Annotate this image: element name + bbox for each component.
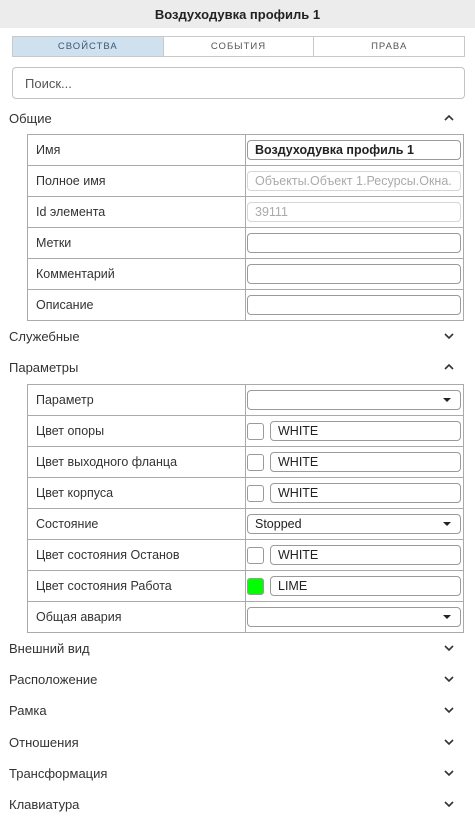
select-value: Stopped (255, 517, 302, 531)
tab-rights[interactable]: ПРАВА (314, 37, 465, 56)
property-label: Полное имя (27, 165, 246, 197)
property-row-comment: Комментарий (27, 258, 464, 290)
search-input[interactable] (12, 67, 465, 99)
chevron-down-icon[interactable] (443, 330, 455, 342)
section-frame-label: Рамка (9, 702, 47, 718)
property-label: Цвет состояния Работа (27, 570, 246, 602)
section-appearance-header[interactable]: Внешний вид (0, 637, 475, 659)
section-transform-label: Трансформация (9, 765, 108, 781)
property-label: Описание (27, 289, 246, 321)
color-swatch[interactable] (247, 484, 264, 502)
property-row-id: Id элемента 39111 (27, 196, 464, 228)
tab-bar: СВОЙСТВА СОБЫТИЯ ПРАВА (12, 36, 465, 57)
param-select[interactable] (247, 390, 461, 410)
property-label: Цвет опоры (27, 415, 246, 447)
flange-color-field[interactable]: WHITE (270, 452, 461, 472)
name-field[interactable]: Воздуходувка профиль 1 (247, 140, 461, 160)
section-service-label: Служебные (9, 328, 80, 344)
section-frame-header[interactable]: Рамка (0, 699, 475, 721)
property-row-body-color: Цвет корпуса WHITE (27, 477, 464, 509)
section-params-label: Параметры (9, 359, 79, 375)
property-label: Цвет состояния Останов (27, 539, 246, 571)
caret-down-icon (443, 615, 451, 619)
tab-properties[interactable]: СВОЙСТВА (13, 37, 164, 56)
chevron-down-icon[interactable] (443, 642, 455, 654)
caret-down-icon (443, 522, 451, 526)
state-select[interactable]: Stopped (247, 514, 461, 534)
property-row-flange-color: Цвет выходного фланца WHITE (27, 446, 464, 478)
property-row-run-color: Цвет состояния Работа LIME (27, 570, 464, 602)
property-label: Состояние (27, 508, 246, 540)
run-color-field[interactable]: LIME (270, 576, 461, 596)
tags-field[interactable] (247, 233, 461, 253)
color-swatch[interactable] (247, 422, 264, 440)
property-label: Комментарий (27, 258, 246, 290)
section-general-label: Общие (9, 110, 52, 126)
section-layout-label: Расположение (9, 671, 98, 687)
property-row-state: Состояние Stopped (27, 508, 464, 540)
caret-down-icon (443, 398, 451, 402)
support-color-field[interactable]: WHITE (270, 421, 461, 441)
general-properties-table: Имя Воздуходувка профиль 1 Полное имя Об… (27, 134, 464, 321)
params-properties-table: Параметр Цвет опоры WHITE Цвет выходного… (27, 384, 464, 633)
property-row-param: Параметр (27, 384, 464, 416)
property-label: Параметр (27, 384, 246, 416)
property-row-stop-color: Цвет состояния Останов WHITE (27, 539, 464, 571)
description-field[interactable] (247, 295, 461, 315)
property-label: Цвет корпуса (27, 477, 246, 509)
comment-field[interactable] (247, 264, 461, 284)
chevron-down-icon[interactable] (443, 704, 455, 716)
property-label: Общая авария (27, 601, 246, 633)
chevron-up-icon[interactable] (443, 112, 455, 124)
section-general-header[interactable]: Общие (0, 107, 475, 129)
chevron-down-icon[interactable] (443, 736, 455, 748)
chevron-down-icon[interactable] (443, 798, 455, 810)
color-swatch[interactable] (247, 577, 264, 595)
section-params-header[interactable]: Параметры (0, 356, 475, 378)
property-label: Метки (27, 227, 246, 259)
section-keyboard-header[interactable]: Клавиатура (0, 793, 475, 815)
section-appearance-label: Внешний вид (9, 640, 90, 656)
alarm-select[interactable] (247, 607, 461, 627)
section-relations-label: Отношения (9, 734, 79, 750)
section-keyboard-label: Клавиатура (9, 796, 80, 812)
property-label: Цвет выходного фланца (27, 446, 246, 478)
property-row-name: Имя Воздуходувка профиль 1 (27, 134, 464, 166)
property-row-fullname: Полное имя Объекты.Объект 1.Ресурсы.Окна… (27, 165, 464, 197)
property-label: Id элемента (27, 196, 246, 228)
section-layout-header[interactable]: Расположение (0, 668, 475, 690)
element-id-field: 39111 (247, 202, 461, 222)
stop-color-field[interactable]: WHITE (270, 545, 461, 565)
property-row-alarm: Общая авария (27, 601, 464, 633)
color-swatch[interactable] (247, 453, 264, 471)
chevron-down-icon[interactable] (443, 767, 455, 779)
chevron-up-icon[interactable] (443, 361, 455, 373)
section-relations-header[interactable]: Отношения (0, 731, 475, 753)
property-label: Имя (27, 134, 246, 166)
body-color-field[interactable]: WHITE (270, 483, 461, 503)
tab-events[interactable]: СОБЫТИЯ (163, 37, 315, 56)
fullname-field: Объекты.Объект 1.Ресурсы.Окна. (247, 171, 461, 191)
color-swatch[interactable] (247, 546, 264, 564)
property-row-support-color: Цвет опоры WHITE (27, 415, 464, 447)
chevron-down-icon[interactable] (443, 673, 455, 685)
property-row-tags: Метки (27, 227, 464, 259)
property-row-description: Описание (27, 289, 464, 321)
section-transform-header[interactable]: Трансформация (0, 762, 475, 784)
section-service-header[interactable]: Служебные (0, 325, 475, 347)
panel-title: Воздуходувка профиль 1 (0, 0, 475, 28)
